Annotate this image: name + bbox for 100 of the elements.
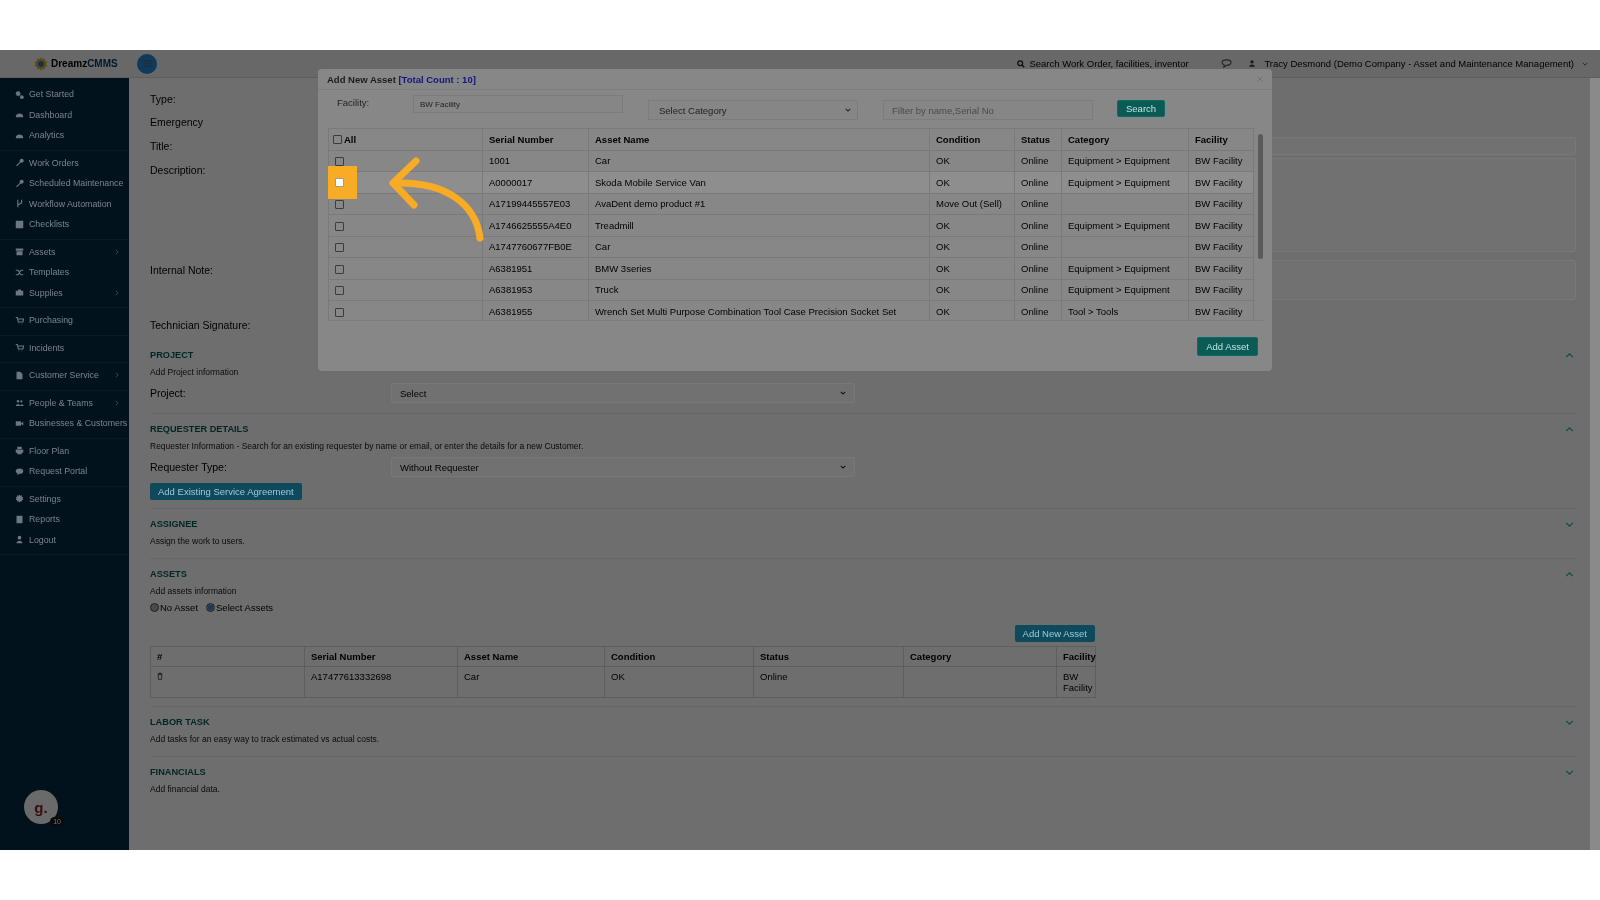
chevron-icon[interactable] [1565,571,1574,577]
menu-button[interactable] [137,53,157,74]
row-checkbox[interactable] [335,307,344,317]
sidebar-item[interactable]: Reports [0,509,129,530]
table-cell: A6381951 [482,257,589,279]
user-menu[interactable]: Tracy Desmond (Demo Company - Asset and Maintenance Management) [1264,58,1574,69]
sidebar-item[interactable]: Work Orders [0,152,129,173]
chat-icon[interactable] [1221,59,1233,68]
sidebar-item[interactable]: Scheduled Maintenance [0,173,129,194]
project-select[interactable]: Select [391,383,855,403]
search-field[interactable]: Search Work Order, facilities, inventor [1017,58,1208,69]
row-checkbox[interactable] [335,178,344,187]
row-checkbox[interactable] [335,264,344,274]
add-asset-button[interactable]: Add Asset [1197,336,1258,356]
table-cell: BW Facility [1188,279,1254,301]
table-cell: Move Out (Sell) [929,193,1015,215]
sidebar-item[interactable]: Settings [0,488,129,509]
requester-type-select[interactable]: Without Requester [391,457,855,477]
chevron-icon[interactable] [1565,426,1574,432]
sidebar-item[interactable]: Workflow Automation [0,193,129,214]
column-header: Category [903,646,1057,667]
sidebar-item[interactable]: Analytics [0,125,129,146]
shuffle-icon [15,267,24,277]
table-cell: Online [1014,214,1062,236]
select-all-checkbox[interactable] [333,134,342,144]
document-icon [15,370,24,380]
sidebar-item[interactable]: Purchasing [0,310,129,331]
title-label: Title: [150,139,173,152]
logo-gear-icon [33,55,49,72]
sidebar-item[interactable]: Assets [0,241,129,262]
column-header: Serial Number [304,646,458,667]
sidebar-item[interactable]: Templates [0,262,129,283]
table-cell: 1001 [482,150,589,172]
caret-icon [845,108,851,112]
caret-icon [840,465,846,469]
table-cell: Car [457,666,605,698]
radio-label: No Asset [160,602,199,613]
section-subtitle: Add Project information [150,367,240,377]
row-checkbox[interactable] [335,200,344,210]
chevron-icon[interactable] [1565,769,1574,775]
table-cell: AvaDent demo product #1 [588,193,930,215]
section-subtitle: Add assets information [150,586,238,596]
camera-icon [15,418,24,428]
table-cell: BW Facility [1056,666,1096,698]
sidebar-item[interactable]: Logout [0,529,129,550]
section-title: FINANCIALS [150,767,206,777]
chevron-icon[interactable] [1565,521,1574,527]
facility-label: Facility: [336,97,371,108]
table-cell: Online [1014,257,1062,279]
sidebar-item[interactable]: Floor Plan [0,440,129,461]
logo-text: DreamzCMMS [51,58,118,69]
radio-button[interactable] [150,603,159,612]
people-icon [15,398,24,408]
sidebar-item[interactable]: Customer Service [0,365,129,386]
dialog-title: Add New Asset [Total Count : 10] [327,73,476,85]
table-cell: OK [929,279,1015,301]
table-cell: Skoda Mobile Service Van [588,171,930,193]
table-cell: Equipment > Equipment [1061,214,1189,236]
table-cell: Car [588,236,930,258]
table-cell: A6381953 [482,279,589,301]
table-cell: BW Facility [1188,236,1254,258]
radio-label: Select Assets [216,602,274,613]
sidebar-item[interactable]: Checklists [0,214,129,235]
sidebar-item[interactable]: Businesses & Customers [0,413,129,434]
add-service-agreement-button[interactable]: Add Existing Service Agreement [150,483,302,500]
type-value: Emergency [150,116,204,128]
row-checkbox[interactable] [335,286,344,296]
trash-icon[interactable] [157,672,163,680]
facility-field[interactable]: BW Facility [413,95,623,113]
scrollbar[interactable] [1590,78,1600,850]
select-all-label: All [344,133,357,145]
column-header: Category [1061,128,1189,150]
description-label: Description: [150,164,206,176]
row-checkbox[interactable] [335,221,344,231]
sidebar-item[interactable]: Supplies [0,282,129,303]
type-label: Type: [150,92,176,105]
table-cell: A17199445557E03 [482,193,589,215]
chevron-icon[interactable] [1565,352,1574,358]
column-header: # [150,646,305,667]
sidebar-item[interactable]: Incidents [0,337,129,358]
row-checkbox[interactable] [335,243,344,253]
column-header: Facility [1188,128,1254,150]
branch-icon [15,199,24,209]
sidebar-item[interactable]: Get Started [0,84,129,105]
section-subtitle: Add tasks for an easy way to track estimated vs actual costs. [150,734,381,744]
internal-note-label: Internal Note: [150,264,214,276]
table-cell: A1747760677FB0E [482,236,589,258]
sidebar-item[interactable]: People & Teams [0,392,129,413]
section-title: LABOR TASK [150,717,210,727]
category-select[interactable]: Select Category [648,100,858,120]
table-cell: A17477613332698 [304,666,458,698]
chevron-icon[interactable] [1565,719,1574,725]
radio-button[interactable] [206,603,216,612]
sidebar-item[interactable]: Request Portal [0,461,129,482]
settings-icon [15,494,24,504]
speech-bubble-icon [15,466,24,476]
section-title: ASSETS [150,569,187,579]
sidebar-item[interactable]: Dashboard [0,104,129,125]
search-button[interactable]: Search [1117,100,1166,117]
add-new-asset-button[interactable]: Add New Asset [1014,625,1095,642]
